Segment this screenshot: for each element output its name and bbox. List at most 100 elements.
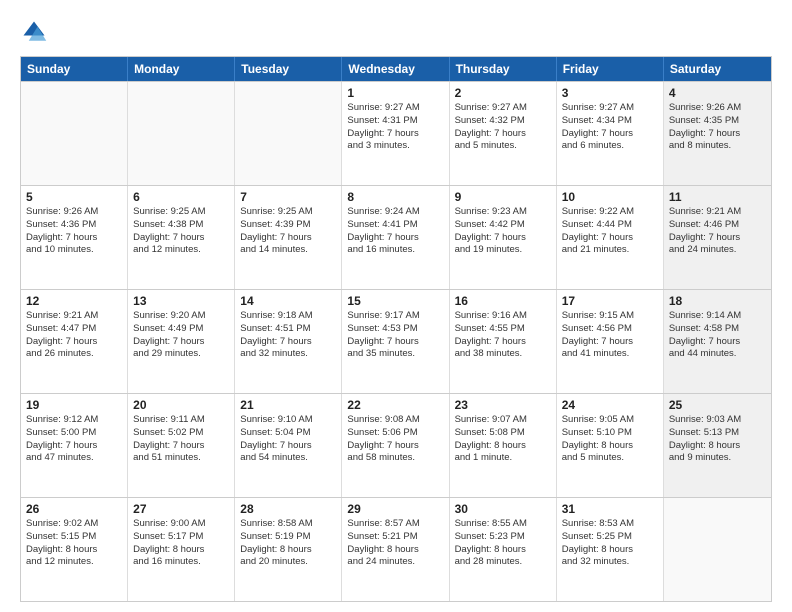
day-number: 6	[133, 190, 229, 204]
day-info: Sunrise: 9:24 AM Sunset: 4:41 PM Dayligh…	[347, 206, 443, 257]
cal-cell: 31 Sunrise: 8:53 AM Sunset: 5:25 PM Dayli…	[557, 498, 664, 601]
week-row-5: 26 Sunrise: 9:02 AM Sunset: 5:15 PM Dayli…	[21, 497, 771, 601]
cal-cell: 27 Sunrise: 9:00 AM Sunset: 5:17 PM Dayli…	[128, 498, 235, 601]
day-number: 1	[347, 86, 443, 100]
day-number: 24	[562, 398, 658, 412]
day-number: 11	[669, 190, 766, 204]
day-number: 3	[562, 86, 658, 100]
cal-cell	[21, 82, 128, 185]
day-number: 21	[240, 398, 336, 412]
day-info: Sunrise: 8:57 AM Sunset: 5:21 PM Dayligh…	[347, 518, 443, 569]
day-number: 27	[133, 502, 229, 516]
day-info: Sunrise: 9:25 AM Sunset: 4:38 PM Dayligh…	[133, 206, 229, 257]
day-number: 2	[455, 86, 551, 100]
cal-cell: 3 Sunrise: 9:27 AM Sunset: 4:34 PM Daylig…	[557, 82, 664, 185]
day-info: Sunrise: 9:08 AM Sunset: 5:06 PM Dayligh…	[347, 414, 443, 465]
day-info: Sunrise: 9:21 AM Sunset: 4:47 PM Dayligh…	[26, 310, 122, 361]
cal-cell	[235, 82, 342, 185]
day-number: 19	[26, 398, 122, 412]
logo	[20, 18, 52, 46]
calendar-header: SundayMondayTuesdayWednesdayThursdayFrid…	[21, 57, 771, 81]
day-number: 26	[26, 502, 122, 516]
day-number: 18	[669, 294, 766, 308]
day-number: 30	[455, 502, 551, 516]
day-info: Sunrise: 9:26 AM Sunset: 4:36 PM Dayligh…	[26, 206, 122, 257]
cal-cell: 11 Sunrise: 9:21 AM Sunset: 4:46 PM Dayli…	[664, 186, 771, 289]
day-number: 25	[669, 398, 766, 412]
day-info: Sunrise: 9:27 AM Sunset: 4:31 PM Dayligh…	[347, 102, 443, 153]
day-number: 15	[347, 294, 443, 308]
cal-cell: 14 Sunrise: 9:18 AM Sunset: 4:51 PM Dayli…	[235, 290, 342, 393]
day-info: Sunrise: 9:11 AM Sunset: 5:02 PM Dayligh…	[133, 414, 229, 465]
day-info: Sunrise: 9:18 AM Sunset: 4:51 PM Dayligh…	[240, 310, 336, 361]
cal-cell: 24 Sunrise: 9:05 AM Sunset: 5:10 PM Dayli…	[557, 394, 664, 497]
day-info: Sunrise: 9:20 AM Sunset: 4:49 PM Dayligh…	[133, 310, 229, 361]
header	[20, 18, 772, 46]
day-info: Sunrise: 8:53 AM Sunset: 5:25 PM Dayligh…	[562, 518, 658, 569]
cal-cell: 16 Sunrise: 9:16 AM Sunset: 4:55 PM Dayli…	[450, 290, 557, 393]
day-info: Sunrise: 8:55 AM Sunset: 5:23 PM Dayligh…	[455, 518, 551, 569]
cal-cell: 7 Sunrise: 9:25 AM Sunset: 4:39 PM Daylig…	[235, 186, 342, 289]
day-info: Sunrise: 9:15 AM Sunset: 4:56 PM Dayligh…	[562, 310, 658, 361]
cal-cell: 30 Sunrise: 8:55 AM Sunset: 5:23 PM Dayli…	[450, 498, 557, 601]
cal-cell: 6 Sunrise: 9:25 AM Sunset: 4:38 PM Daylig…	[128, 186, 235, 289]
day-info: Sunrise: 9:25 AM Sunset: 4:39 PM Dayligh…	[240, 206, 336, 257]
cal-cell: 12 Sunrise: 9:21 AM Sunset: 4:47 PM Dayli…	[21, 290, 128, 393]
cal-cell: 2 Sunrise: 9:27 AM Sunset: 4:32 PM Daylig…	[450, 82, 557, 185]
day-info: Sunrise: 9:21 AM Sunset: 4:46 PM Dayligh…	[669, 206, 766, 257]
cal-cell: 9Sunrise: 9:23 AM Sunset: 4:42 PM Daylig…	[450, 186, 557, 289]
day-number: 29	[347, 502, 443, 516]
day-info: Sunrise: 9:05 AM Sunset: 5:10 PM Dayligh…	[562, 414, 658, 465]
day-number: 31	[562, 502, 658, 516]
cal-cell: 15Sunrise: 9:17 AM Sunset: 4:53 PM Dayli…	[342, 290, 449, 393]
cal-cell: 18 Sunrise: 9:14 AM Sunset: 4:58 PM Dayli…	[664, 290, 771, 393]
day-number: 13	[133, 294, 229, 308]
cal-cell: 13 Sunrise: 9:20 AM Sunset: 4:49 PM Dayli…	[128, 290, 235, 393]
header-cell-tuesday: Tuesday	[235, 57, 342, 81]
week-row-1: 1 Sunrise: 9:27 AM Sunset: 4:31 PM Daylig…	[21, 81, 771, 185]
day-info: Sunrise: 9:02 AM Sunset: 5:15 PM Dayligh…	[26, 518, 122, 569]
day-number: 23	[455, 398, 551, 412]
header-cell-thursday: Thursday	[450, 57, 557, 81]
cal-cell: 28 Sunrise: 8:58 AM Sunset: 5:19 PM Dayli…	[235, 498, 342, 601]
cal-cell: 1 Sunrise: 9:27 AM Sunset: 4:31 PM Daylig…	[342, 82, 449, 185]
cal-cell: 20Sunrise: 9:11 AM Sunset: 5:02 PM Dayli…	[128, 394, 235, 497]
day-info: Sunrise: 9:03 AM Sunset: 5:13 PM Dayligh…	[669, 414, 766, 465]
cal-cell: 4Sunrise: 9:26 AM Sunset: 4:35 PM Daylig…	[664, 82, 771, 185]
day-info: Sunrise: 9:27 AM Sunset: 4:34 PM Dayligh…	[562, 102, 658, 153]
day-number: 22	[347, 398, 443, 412]
day-number: 17	[562, 294, 658, 308]
cal-cell: 5 Sunrise: 9:26 AM Sunset: 4:36 PM Daylig…	[21, 186, 128, 289]
week-row-4: 19Sunrise: 9:12 AM Sunset: 5:00 PM Dayli…	[21, 393, 771, 497]
calendar-body: 1 Sunrise: 9:27 AM Sunset: 4:31 PM Daylig…	[21, 81, 771, 601]
header-cell-wednesday: Wednesday	[342, 57, 449, 81]
day-number: 12	[26, 294, 122, 308]
cal-cell	[128, 82, 235, 185]
day-number: 10	[562, 190, 658, 204]
page: SundayMondayTuesdayWednesdayThursdayFrid…	[0, 0, 792, 612]
header-cell-friday: Friday	[557, 57, 664, 81]
calendar: SundayMondayTuesdayWednesdayThursdayFrid…	[20, 56, 772, 602]
cal-cell: 8Sunrise: 9:24 AM Sunset: 4:41 PM Daylig…	[342, 186, 449, 289]
day-number: 4	[669, 86, 766, 100]
day-info: Sunrise: 9:00 AM Sunset: 5:17 PM Dayligh…	[133, 518, 229, 569]
cal-cell	[664, 498, 771, 601]
cal-cell: 26 Sunrise: 9:02 AM Sunset: 5:15 PM Dayli…	[21, 498, 128, 601]
cal-cell: 29 Sunrise: 8:57 AM Sunset: 5:21 PM Dayli…	[342, 498, 449, 601]
cal-cell: 25 Sunrise: 9:03 AM Sunset: 5:13 PM Dayli…	[664, 394, 771, 497]
cal-cell: 21 Sunrise: 9:10 AM Sunset: 5:04 PM Dayli…	[235, 394, 342, 497]
day-info: Sunrise: 9:27 AM Sunset: 4:32 PM Dayligh…	[455, 102, 551, 153]
day-number: 16	[455, 294, 551, 308]
day-number: 7	[240, 190, 336, 204]
day-number: 28	[240, 502, 336, 516]
day-number: 5	[26, 190, 122, 204]
day-info: Sunrise: 9:22 AM Sunset: 4:44 PM Dayligh…	[562, 206, 658, 257]
cal-cell: 23Sunrise: 9:07 AM Sunset: 5:08 PM Dayli…	[450, 394, 557, 497]
day-info: Sunrise: 8:58 AM Sunset: 5:19 PM Dayligh…	[240, 518, 336, 569]
day-number: 14	[240, 294, 336, 308]
day-info: Sunrise: 9:14 AM Sunset: 4:58 PM Dayligh…	[669, 310, 766, 361]
cal-cell: 17 Sunrise: 9:15 AM Sunset: 4:56 PM Dayli…	[557, 290, 664, 393]
day-info: Sunrise: 9:16 AM Sunset: 4:55 PM Dayligh…	[455, 310, 551, 361]
day-info: Sunrise: 9:10 AM Sunset: 5:04 PM Dayligh…	[240, 414, 336, 465]
day-info: Sunrise: 9:23 AM Sunset: 4:42 PM Dayligh…	[455, 206, 551, 257]
